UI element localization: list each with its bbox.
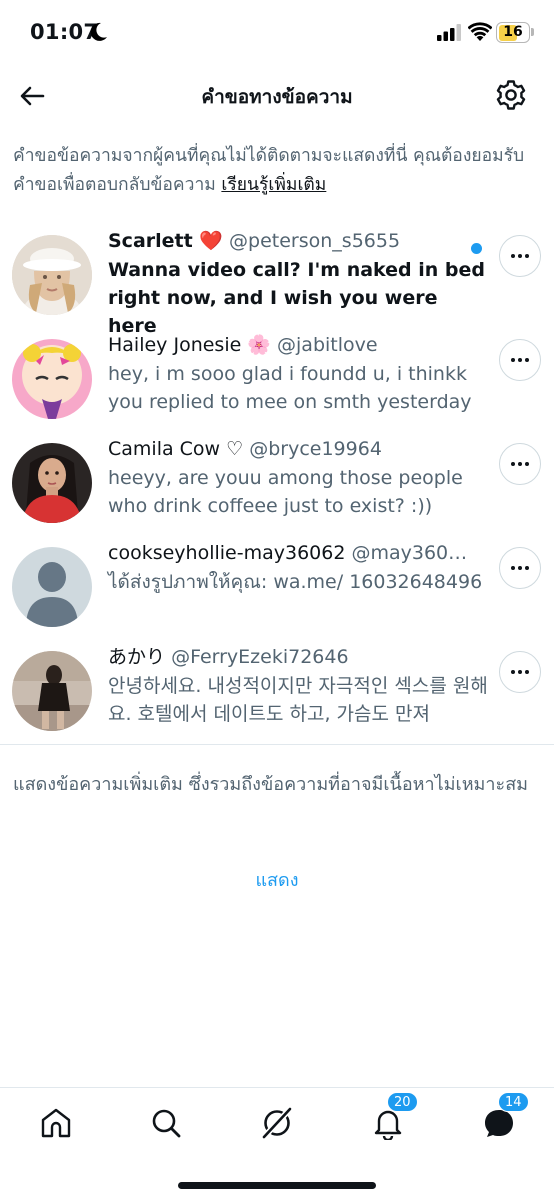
more-icon [511, 566, 529, 570]
cellular-signal-icon [437, 24, 461, 41]
message-preview: hey, i m sooo glad i foundd u, i thinkk … [108, 363, 472, 413]
sender-handle: @peterson_s5655 [229, 230, 401, 252]
more-options-button[interactable] [499, 547, 541, 589]
page-title: คำขอทางข้อความ [201, 86, 353, 108]
more-icon [511, 358, 529, 362]
battery-level: 16 [503, 24, 523, 40]
sender-handle: @jabitlove [277, 334, 378, 356]
gear-icon[interactable] [494, 78, 528, 112]
header: คำขอทางข้อความ [0, 66, 554, 126]
avatar[interactable] [12, 443, 92, 523]
message-request-item[interactable]: Scarlett ❤️ @peterson_s5655 Wanna video … [0, 230, 554, 339]
more-icon [511, 670, 529, 674]
sender-name: Scarlett ❤️ [108, 230, 223, 252]
home-indicator [178, 1182, 376, 1189]
status-bar: 01:07 16 [0, 0, 554, 66]
more-options-button[interactable] [499, 235, 541, 277]
messages-tab[interactable]: 14 [482, 1092, 529, 1140]
avatar[interactable] [12, 651, 92, 731]
unread-indicator [471, 243, 482, 254]
message-preview: ได้ส่งรูปภาพให้คุณ: wa.me/ 16032648496 [108, 571, 483, 593]
home-icon[interactable] [39, 1106, 73, 1140]
message-request-item[interactable]: Hailey Jonesie 🌸 @jabitlove hey, i m soo… [0, 334, 554, 443]
notifications-tab[interactable]: 20 [371, 1092, 418, 1142]
sender-name: cookseyhollie-may36062 [108, 542, 346, 564]
status-time: 01:07 [30, 20, 99, 44]
grok-icon[interactable] [260, 1106, 294, 1140]
sender-handle: @bryce19964 [249, 438, 382, 460]
show-more-button[interactable]: แสดง [0, 865, 554, 894]
more-options-button[interactable] [499, 339, 541, 381]
message-preview: Wanna video call? I'm naked in bed right… [108, 259, 486, 337]
avatar[interactable] [12, 339, 92, 419]
message-request-item[interactable]: Camila Cow ♡ @bryce19964 heeyy, are youu… [0, 438, 554, 547]
more-icon [511, 462, 529, 466]
messages-badge: 14 [498, 1092, 529, 1112]
wifi-icon [468, 22, 492, 41]
sender-name: Hailey Jonesie 🌸 [108, 334, 271, 356]
avatar[interactable] [12, 235, 92, 315]
message-preview: heeyy, are youu among those people who d… [108, 467, 463, 517]
notifications-badge: 20 [387, 1092, 418, 1112]
sender-name: Camila Cow ♡ [108, 438, 244, 460]
more-options-button[interactable] [499, 443, 541, 485]
default-avatar[interactable] [12, 547, 92, 627]
moon-icon [90, 22, 107, 41]
battery-icon: 16 [496, 22, 530, 43]
bottom-nav: 20 14 [0, 1088, 554, 1158]
sender-name: あかり [108, 646, 166, 668]
learn-more-link[interactable]: เรียนรู้เพิ่มเติม [221, 175, 326, 195]
intro-text: คำขอข้อความจากผู้คนที่คุณไม่ได้ติดตามจะแ… [13, 142, 543, 200]
battery-cap [531, 28, 534, 36]
message-request-item[interactable]: cookseyhollie-may36062 @may360… ได้ส่งรู… [0, 542, 554, 651]
search-icon[interactable] [149, 1106, 183, 1140]
more-icon [511, 254, 529, 258]
sender-handle: @may360… [351, 542, 468, 564]
divider [0, 744, 554, 745]
more-requests-text: แสดงข้อความเพิ่มเติม ซึ่งรวมถึงข้อความที… [13, 774, 529, 795]
message-request-item[interactable]: あかり @FerryEzeki72646 안녕하세요. 내성적이지만 자극적인 … [0, 646, 554, 755]
more-options-button[interactable] [499, 651, 541, 693]
sender-handle: @FerryEzeki72646 [171, 646, 349, 668]
message-preview: 안녕하세요. 내성적이지만 자극적인 섹스를 원해요. 호텔에서 데이트도 하고… [108, 675, 488, 725]
